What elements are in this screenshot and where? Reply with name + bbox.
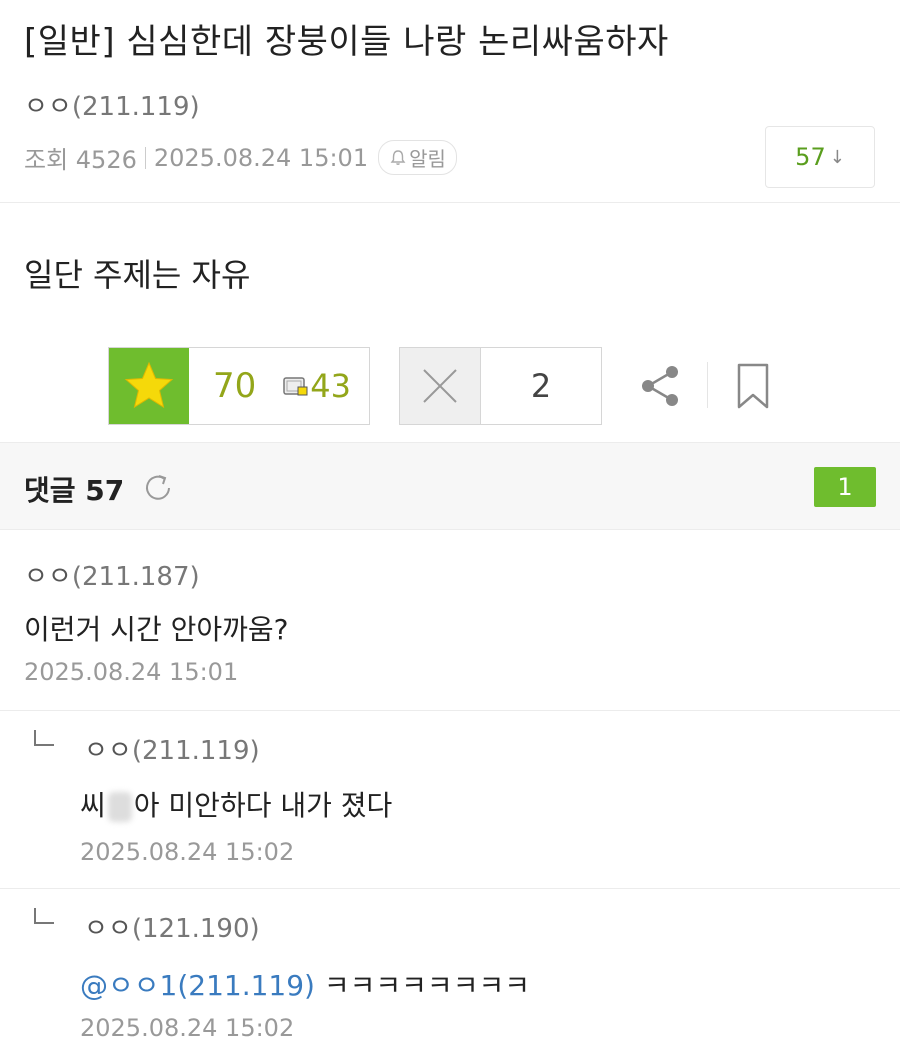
comment-text: 이런거 시간 안아까움? [24, 613, 289, 646]
fix-recommend-icon [283, 377, 308, 396]
comment-page-button[interactable]: 1 [814, 467, 876, 507]
comment-author[interactable]: ㅇㅇ(121.190) [84, 908, 260, 945]
post-meta: 조회 4526 2025.08.24 15:01 알림 [24, 140, 457, 175]
nonrecommend-button[interactable] [400, 348, 481, 424]
divider [0, 202, 900, 203]
bookmark-icon [737, 363, 769, 409]
divider [0, 888, 900, 889]
post-date: 2025.08.24 15:01 [153, 143, 369, 172]
recommend-count: 70 [213, 366, 257, 406]
post-author[interactable]: ㅇㅇ(211.119) [24, 86, 200, 123]
comment-author-ip: (211.187) [71, 562, 200, 592]
comment-count: 57 [795, 143, 826, 171]
comment-text-part: ㅋㅋㅋㅋㅋㅋㅋㅋ [323, 969, 530, 1002]
mention-link[interactable]: @ㅇㅇ1(211.119) [80, 969, 315, 1002]
nonrecommend-box: 2 [399, 347, 602, 425]
arrow-down-icon: ↓ [829, 146, 845, 168]
fix-recommend-count: 43 [310, 367, 351, 405]
comment-text: @ㅇㅇ1(211.119) ㅋㅋㅋㅋㅋㅋㅋㅋ [80, 964, 530, 1004]
post-body: 일단 주제는 자유 [24, 256, 251, 294]
comment-author-ip: (121.190) [131, 914, 260, 944]
comment-author-name: ㅇㅇ [24, 562, 72, 592]
share-button[interactable] [636, 362, 684, 414]
comment-author[interactable]: ㅇㅇ(211.187) [24, 556, 200, 593]
recommend-box: 70 43 [108, 347, 370, 425]
censored-blur [107, 792, 132, 822]
reply-arrow-icon [34, 730, 54, 746]
comments-header: 댓글 57 1 [0, 442, 900, 530]
divider [0, 710, 900, 711]
comment-date: 2025.08.24 15:02 [80, 1014, 295, 1042]
divider [707, 362, 708, 408]
comment-author-name: ㅇㅇ [84, 736, 132, 766]
refresh-icon [146, 475, 170, 500]
comment-text-part: 씨 [80, 789, 106, 822]
x-icon [423, 369, 457, 403]
comment-author-name: ㅇㅇ [84, 914, 132, 944]
comment-author-ip: (211.119) [131, 736, 260, 766]
comment-count-button[interactable]: 57 ↓ [765, 126, 875, 188]
recommend-button[interactable] [109, 348, 189, 424]
view-count: 조회 4526 [24, 146, 137, 174]
alarm-button[interactable]: 알림 [378, 140, 457, 175]
author-ip: (211.119) [71, 92, 200, 122]
comment-text-part: 아 미안하다 내가 졌다 [133, 789, 393, 822]
nonrecommend-count: 2 [530, 367, 552, 405]
author-name: ㅇㅇ [24, 92, 72, 122]
comment-date: 2025.08.24 15:02 [80, 838, 295, 866]
divider [144, 146, 146, 169]
comments-label: 댓글 57 [24, 474, 125, 507]
refresh-button[interactable] [140, 470, 176, 510]
bell-icon [390, 149, 406, 165]
fix-recommend-button[interactable]: 43 [282, 348, 351, 424]
bookmark-button[interactable] [736, 363, 770, 413]
alarm-label: 알림 [409, 147, 446, 171]
star-icon [124, 361, 174, 409]
comment-date: 2025.08.24 15:01 [24, 658, 239, 686]
reply-arrow-icon [34, 908, 54, 924]
post-title: [일반] 심심한데 장붕이들 나랑 논리싸움하자 [24, 22, 669, 62]
comment-author[interactable]: ㅇㅇ(211.119) [84, 730, 260, 767]
comment-text: 씨 아 미안하다 내가 졌다 [80, 784, 392, 824]
share-icon [642, 366, 678, 406]
